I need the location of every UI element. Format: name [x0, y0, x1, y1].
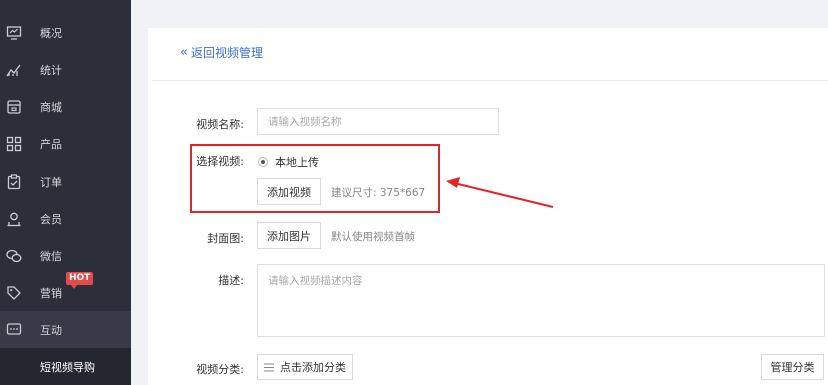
nav-item-orders[interactable]: 订单: [0, 163, 131, 201]
store-icon: [7, 100, 21, 114]
sidebar: 概况 统计 商城 产品 订单 会员 微信 营销 HOT 互动 短视频导购: [0, 0, 131, 385]
monitor-icon: [6, 26, 22, 40]
add-category-button[interactable]: 点击添加分类: [257, 354, 353, 380]
description-label: 描述:: [218, 274, 244, 287]
nav-label: 统计: [40, 64, 62, 77]
add-category-label: 点击添加分类: [280, 361, 346, 374]
nav-label: 订单: [40, 176, 62, 189]
nav-item-wechat[interactable]: 微信: [0, 237, 131, 275]
sub-item-label: 短视频导购: [40, 360, 95, 374]
nav-label: 概况: [40, 27, 62, 40]
list-icon: [264, 363, 274, 371]
chat-icon: [6, 322, 22, 335]
manage-category-button[interactable]: 管理分类: [761, 354, 824, 380]
tag-icon: [7, 286, 21, 300]
video-name-input[interactable]: 请输入视频名称: [257, 108, 499, 135]
nav-label: 营销: [40, 287, 62, 300]
cover-hint: 默认使用视频首帧: [331, 231, 415, 243]
grid-icon: [6, 136, 22, 152]
nav-label: 商城: [40, 101, 62, 114]
nav-label: 会员: [40, 213, 62, 226]
back-label: 返回视频管理: [190, 46, 263, 60]
chart-icon: [6, 64, 21, 77]
members-icon: [7, 212, 21, 227]
back-link[interactable]: « 返回视频管理: [180, 44, 263, 61]
nav-item-interaction[interactable]: 互动: [0, 311, 131, 348]
nav-item-mall[interactable]: 商城: [0, 88, 131, 126]
divider: [152, 80, 828, 81]
nav-label: 互动: [40, 323, 62, 337]
category-label: 视频分类:: [196, 363, 244, 376]
clipboard-icon: [7, 174, 21, 190]
nav-item-overview[interactable]: 概况: [0, 14, 131, 52]
sub-item-short-video[interactable]: 短视频导购: [0, 348, 131, 385]
red-arrow-icon: [446, 177, 554, 208]
add-image-button[interactable]: 添加图片: [257, 222, 321, 249]
cover-label: 封面图:: [207, 232, 244, 245]
highlight-box: [190, 144, 440, 213]
nav-item-products[interactable]: 产品: [0, 125, 131, 163]
video-name-label: 视频名称:: [196, 118, 244, 131]
description-textarea[interactable]: 请输入视频描述内容: [257, 264, 825, 337]
wechat-icon: [6, 249, 22, 263]
nav-label: 微信: [40, 250, 62, 263]
hot-badge: HOT: [66, 272, 94, 289]
nav-item-stats[interactable]: 统计: [0, 51, 131, 89]
double-chevron-left-icon: «: [180, 45, 188, 60]
nav-label: 产品: [40, 138, 62, 151]
nav-item-members[interactable]: 会员: [0, 200, 131, 238]
